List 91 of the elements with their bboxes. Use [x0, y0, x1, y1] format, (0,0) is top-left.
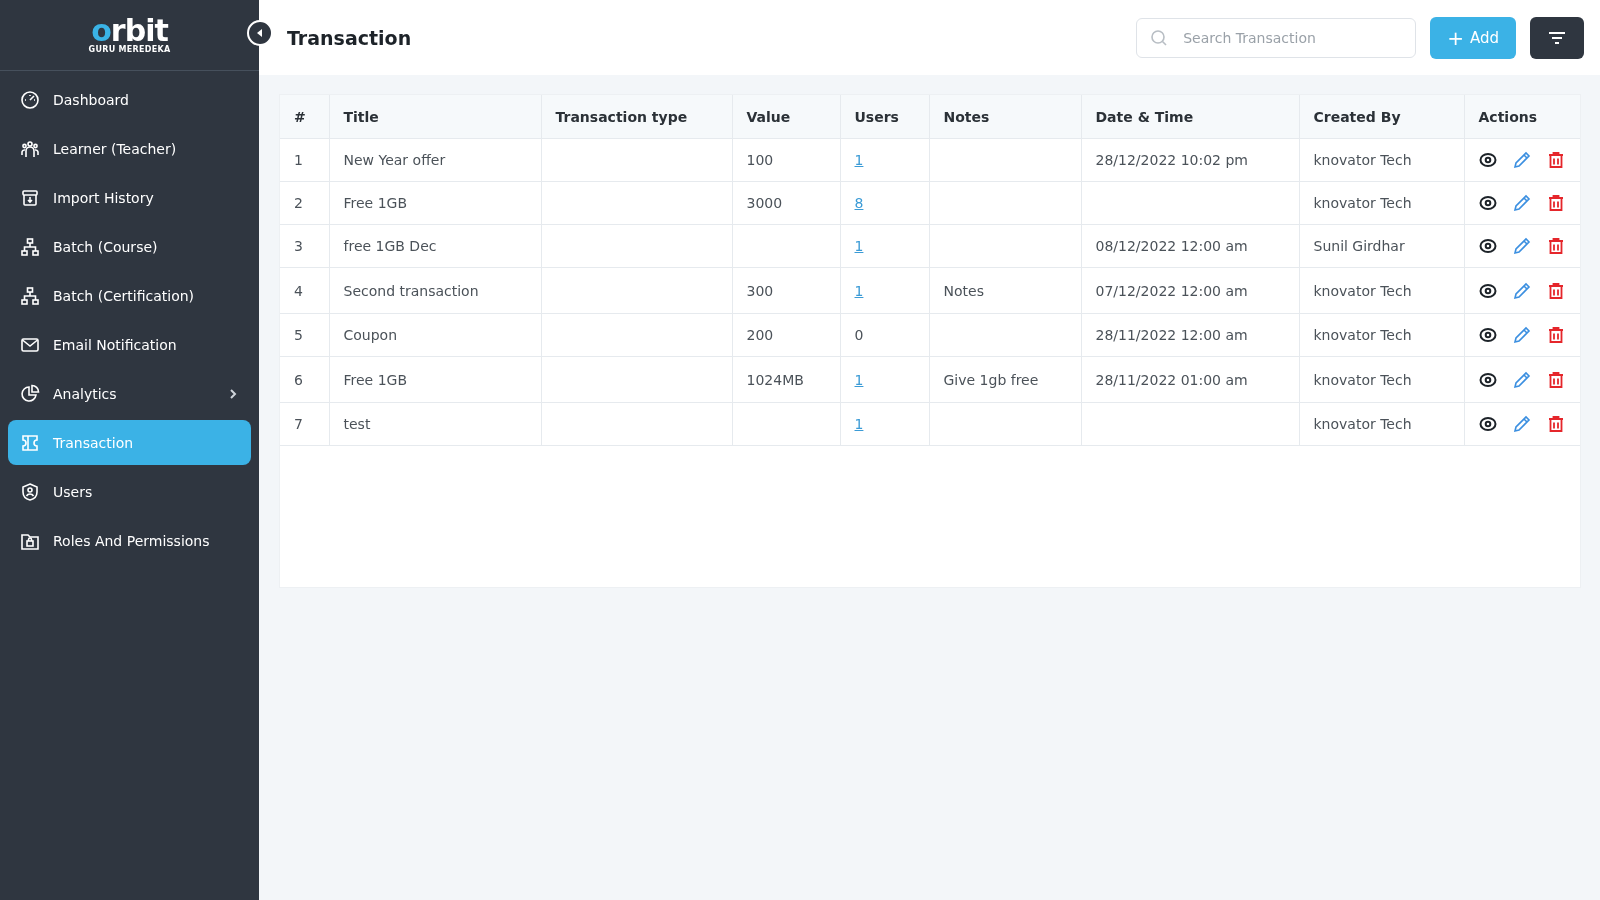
edit-pencil-icon[interactable] [1512, 194, 1531, 212]
logo-wordmark: orbit [91, 16, 168, 46]
edit-pencil-icon[interactable] [1512, 415, 1531, 433]
table-cell: 1024MB [732, 356, 840, 403]
search-field[interactable]: Search Transaction [1136, 17, 1417, 58]
logo-tagline: GURU MEREDEKA [88, 46, 171, 54]
view-eye-icon[interactable] [1478, 281, 1497, 300]
table-cell: 200 [732, 313, 840, 357]
menu-item-icon [20, 285, 40, 306]
delete-trash-icon[interactable] [1546, 415, 1565, 433]
menu-item-icon [20, 481, 40, 502]
collapse-sidebar-button[interactable] [247, 20, 273, 46]
sidebar-item[interactable]: Batch (Certification) [8, 273, 251, 318]
column-header: Created By [1299, 95, 1464, 139]
view-eye-icon[interactable] [1478, 194, 1497, 212]
table-cell: knovator Tech [1299, 267, 1464, 314]
edit-pencil-icon[interactable] [1512, 370, 1531, 389]
table-cell: Coupon [329, 313, 541, 357]
table-cell: New Year offer [329, 138, 541, 182]
table-cell: 7 [280, 402, 329, 446]
table-cell: knovator Tech [1299, 138, 1464, 182]
column-header: Notes [929, 95, 1081, 139]
caret-left-icon [256, 29, 264, 37]
table-cell: 28/11/2022 01:00 am [1081, 356, 1299, 403]
column-header: Date & Time [1081, 95, 1299, 139]
table-cell: Free 1GB [329, 181, 541, 225]
sidebar-item[interactable]: Batch (Course) [8, 224, 251, 269]
table-cell: 100 [732, 138, 840, 182]
column-header: # [280, 95, 329, 139]
sidebar-item[interactable]: Import History [8, 175, 251, 220]
table-cell: knovator Tech [1299, 313, 1464, 357]
table-cell: Notes [929, 267, 1081, 314]
sidebar-item[interactable]: Email Notification [8, 322, 251, 367]
view-eye-icon[interactable] [1478, 237, 1497, 255]
column-header: Value [732, 95, 840, 139]
table-cell: 0 [840, 313, 929, 357]
table-cell: 3 [280, 224, 329, 268]
menu-item-icon [20, 432, 40, 453]
menu-item-icon [20, 89, 40, 110]
filter-icon [1548, 30, 1566, 45]
column-header: Title [329, 95, 541, 139]
table-cell: 4 [280, 267, 329, 314]
search-icon [1150, 28, 1169, 47]
table-cell: 1 [280, 138, 329, 182]
edit-pencil-icon[interactable] [1512, 326, 1531, 344]
table-cell: 5 [280, 313, 329, 357]
table-cell: knovator Tech [1299, 402, 1464, 446]
view-eye-icon[interactable] [1478, 370, 1497, 389]
view-eye-icon[interactable] [1478, 326, 1497, 344]
table-cell: 300 [732, 267, 840, 314]
table-cell: Sunil Girdhar [1299, 224, 1464, 268]
table-cell: knovator Tech [1299, 356, 1464, 403]
page-title: Transaction [287, 26, 413, 49]
menu-item-icon [20, 383, 40, 404]
sidebar-item[interactable]: Learner (Teacher) [8, 126, 251, 171]
sidebar-item[interactable]: Users [8, 469, 251, 514]
table-cell: Give 1gb free [929, 356, 1081, 403]
sidebar-item[interactable]: Dashboard [8, 77, 251, 122]
table-cell: test [329, 402, 541, 446]
delete-trash-icon[interactable] [1546, 237, 1565, 255]
chevron-right-icon [227, 387, 239, 400]
menu-item-icon [20, 138, 40, 159]
view-eye-icon[interactable] [1478, 151, 1497, 169]
view-eye-icon[interactable] [1478, 415, 1497, 433]
sidebar-item[interactable]: Roles And Permissions [8, 518, 251, 563]
table-cell: 2 [280, 181, 329, 225]
edit-pencil-icon[interactable] [1512, 151, 1531, 169]
column-header: Users [840, 95, 929, 139]
sidebar-item[interactable]: Analytics [8, 371, 251, 416]
table-cell: 08/12/2022 12:00 am [1081, 224, 1299, 268]
column-header: Actions [1464, 95, 1580, 139]
delete-trash-icon[interactable] [1546, 370, 1565, 389]
menu-item-icon [20, 236, 40, 257]
table-cell: free 1GB Dec [329, 224, 541, 268]
filter-button[interactable] [1530, 16, 1584, 59]
table-cell: Second transaction [329, 267, 541, 314]
table-cell: 6 [280, 356, 329, 403]
delete-trash-icon[interactable] [1546, 151, 1565, 169]
menu-item-icon [20, 187, 40, 208]
delete-trash-icon[interactable] [1546, 194, 1565, 212]
table-cell: knovator Tech [1299, 181, 1464, 225]
table-cell: Free 1GB [329, 356, 541, 403]
column-header: Transaction type [541, 95, 732, 139]
table-cell: 07/12/2022 12:00 am [1081, 267, 1299, 314]
edit-pencil-icon[interactable] [1512, 237, 1531, 255]
delete-trash-icon[interactable] [1546, 281, 1565, 300]
edit-pencil-icon[interactable] [1512, 281, 1531, 300]
table-cell: 28/12/2022 10:02 pm [1081, 138, 1299, 182]
table-cell: 28/11/2022 12:00 am [1081, 313, 1299, 357]
table-cell: 3000 [732, 181, 840, 225]
delete-trash-icon[interactable] [1546, 326, 1565, 344]
